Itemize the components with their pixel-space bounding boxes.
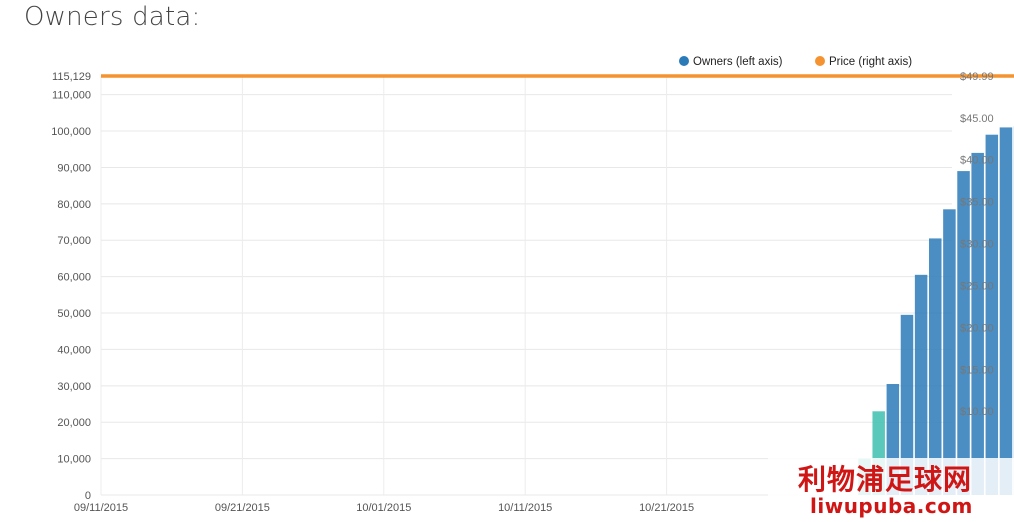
- y2-tick-label: $49.99: [960, 71, 994, 83]
- owners-bar: [985, 134, 999, 495]
- x-tick-label: 09/11/2015: [74, 502, 128, 514]
- y-tick-label: 100,000: [51, 126, 91, 138]
- y-tick-label: 20,000: [57, 417, 91, 429]
- y-tick-label: 40,000: [57, 344, 91, 356]
- y2-tick-label: $40.00: [960, 155, 994, 167]
- owners-bar: [929, 238, 942, 495]
- x-tick-label: 10/01/2015: [356, 502, 411, 514]
- legend-label-price: Price (right axis): [829, 56, 912, 68]
- x-tick-label: 10/21/2015: [639, 502, 694, 514]
- owners-price-chart: 0 10,000 20,000 30,000 40,000 50,000 60,000 70,…: [51, 56, 1014, 514]
- legend-item-owners[interactable]: Owners (left axis): [679, 56, 783, 68]
- x-tick-label: 10/11/2015: [498, 502, 552, 514]
- y2-tick-label: $35.00: [960, 197, 994, 209]
- chart-legend: Owners (left axis) Price (right axis): [679, 56, 912, 68]
- y2-tick-label: $45.00: [960, 113, 994, 125]
- y-tick-label: 70,000: [57, 235, 91, 247]
- y-tick-label: 110,000: [52, 90, 91, 102]
- watermark: 利物浦足球网 liwupuba.com: [768, 458, 1014, 522]
- legend-item-price[interactable]: Price (right axis): [815, 56, 912, 68]
- watermark-title: 利物浦足球网: [798, 463, 973, 496]
- legend-marker-owners: [679, 56, 689, 66]
- y2-tick-label: $30.00: [960, 239, 994, 251]
- y-tick-label: 30,000: [57, 381, 91, 393]
- y-tick-label: 80,000: [57, 199, 91, 211]
- x-tick-label: 09/21/2015: [215, 502, 270, 514]
- y2-tick-label: $15.00: [960, 364, 994, 376]
- y-tick-label: 90,000: [57, 162, 91, 174]
- owners-bar: [999, 127, 1013, 495]
- y2-tick-label: $10.00: [960, 406, 994, 418]
- y-tick-label: 60,000: [57, 272, 91, 284]
- owners-bar: [943, 209, 956, 495]
- y-top-tick-label: 115,129: [52, 71, 91, 83]
- watermark-domain: liwupuba.com: [810, 494, 973, 518]
- y-tick-label: 0: [85, 490, 91, 502]
- y-tick-label: 50,000: [57, 308, 91, 320]
- y2-tick-label: $20.00: [960, 322, 994, 334]
- legend-label-owners: Owners (left axis): [693, 56, 783, 68]
- legend-marker-price: [815, 56, 825, 66]
- chart-grid: [100, 76, 952, 496]
- chart-axes: 0 10,000 20,000 30,000 40,000 50,000 60,000 70,…: [51, 71, 993, 514]
- y-tick-label: 10,000: [57, 454, 91, 466]
- y2-tick-label: $25.00: [960, 280, 994, 292]
